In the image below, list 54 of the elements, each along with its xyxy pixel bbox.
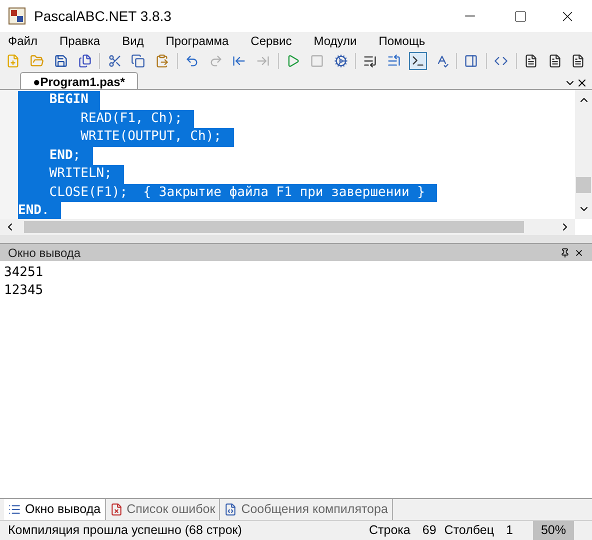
maximize-icon[interactable] bbox=[514, 10, 527, 22]
scroll-thumb[interactable] bbox=[576, 176, 591, 192]
arrow-right-icon bbox=[256, 54, 270, 68]
panel-title: Окно вывода bbox=[8, 244, 81, 262]
list-icon bbox=[8, 503, 21, 516]
vertical-scrollbar[interactable] bbox=[575, 90, 592, 219]
terminal-icon bbox=[410, 54, 425, 68]
paste-icon bbox=[155, 54, 170, 68]
step-over-icon bbox=[387, 54, 402, 68]
gear-icon bbox=[334, 54, 348, 68]
document-icon bbox=[548, 54, 562, 68]
menu-item[interactable]: Сервис bbox=[250, 32, 292, 50]
status-message: Компиляция прошла успешно (68 строк) bbox=[8, 522, 242, 540]
column-label: Столбец bbox=[444, 522, 494, 540]
files-icon bbox=[78, 54, 92, 68]
menu-item[interactable]: Вид bbox=[122, 32, 144, 50]
panel-icon bbox=[464, 54, 478, 68]
copy-icon bbox=[131, 54, 146, 68]
play-icon bbox=[286, 54, 300, 68]
toolbar-button[interactable] bbox=[408, 52, 428, 70]
column-number: 1 bbox=[506, 522, 513, 540]
menu-item[interactable]: Программа bbox=[166, 32, 229, 50]
output-line: 34251 bbox=[4, 264, 44, 282]
new-file-icon bbox=[6, 54, 20, 68]
panel-tab[interactable]: Окно вывода bbox=[4, 499, 106, 520]
pin-icon[interactable] bbox=[560, 248, 570, 258]
undo-icon bbox=[184, 54, 199, 68]
scissors-icon bbox=[108, 54, 122, 68]
app-logo-icon bbox=[8, 7, 26, 25]
arrow-left-icon bbox=[232, 54, 246, 68]
code-icon bbox=[494, 54, 508, 68]
zoom-level: 50% bbox=[532, 521, 574, 540]
menu-item[interactable]: Модули bbox=[314, 32, 357, 50]
scroll-thumb[interactable] bbox=[24, 221, 524, 233]
stop-icon bbox=[310, 54, 324, 68]
menu-item[interactable]: Правка bbox=[60, 32, 100, 50]
document-icon bbox=[524, 54, 538, 68]
error-list-icon bbox=[110, 503, 123, 516]
output-line: 12345 bbox=[4, 282, 44, 300]
line-label: Строка bbox=[369, 522, 410, 540]
editor-tab[interactable]: ●Program1.pas* bbox=[20, 72, 138, 89]
redo-icon bbox=[208, 54, 223, 68]
horizontal-scrollbar[interactable] bbox=[0, 219, 575, 235]
menu-item[interactable]: Помощь bbox=[378, 32, 426, 50]
menu-item[interactable]: Файл bbox=[8, 32, 38, 50]
save-icon bbox=[54, 54, 68, 68]
line-number: 69 bbox=[422, 522, 436, 540]
document-icon bbox=[571, 54, 586, 68]
close-icon[interactable] bbox=[574, 248, 584, 258]
window-title: PascalABC.NET 3.8.3 bbox=[34, 6, 172, 26]
close-icon[interactable] bbox=[576, 77, 588, 89]
document-icon bbox=[224, 503, 238, 516]
step-icon bbox=[363, 54, 378, 68]
folder-icon bbox=[30, 54, 44, 68]
